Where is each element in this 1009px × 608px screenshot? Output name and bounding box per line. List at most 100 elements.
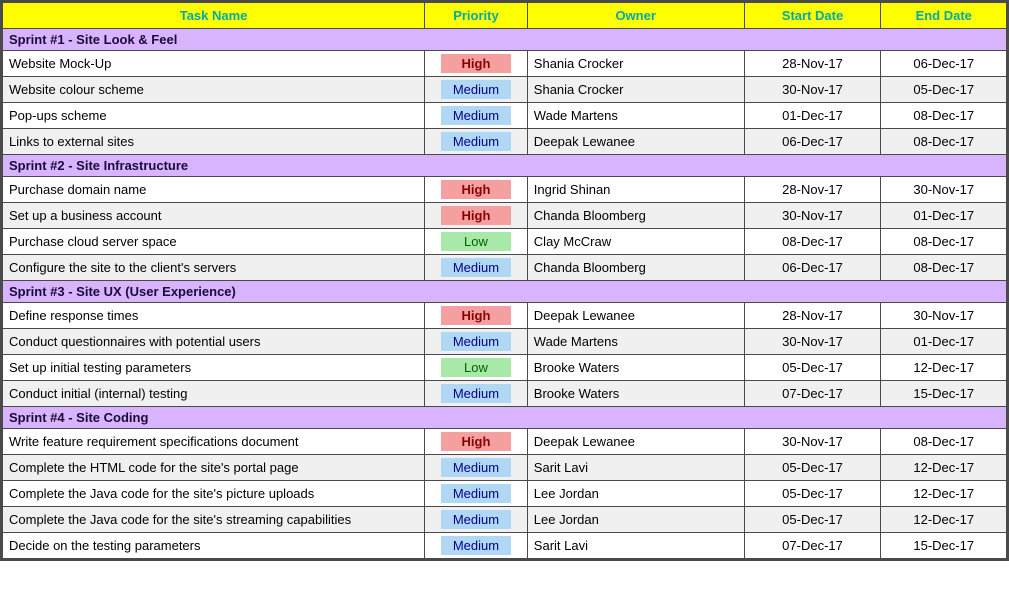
sprint-header-label: Sprint #1 - Site Look & Feel [3,29,1007,51]
start-date-cell: 30-Nov-17 [744,429,881,455]
sprint-header-label: Sprint #4 - Site Coding [3,407,1007,429]
priority-cell: Low [425,229,528,255]
table-row: Links to external sites Medium Deepak Le… [3,129,1007,155]
priority-badge: High [441,432,511,451]
owner-cell: Chanda Bloomberg [527,203,744,229]
task-name-cell: Write feature requirement specifications… [3,429,425,455]
start-date-cell: 07-Dec-17 [744,381,881,407]
start-date-cell: 06-Dec-17 [744,255,881,281]
priority-badge: Medium [441,132,511,151]
start-date-cell: 05-Dec-17 [744,507,881,533]
task-name-cell: Complete the Java code for the site's st… [3,507,425,533]
table-row: Complete the HTML code for the site's po… [3,455,1007,481]
end-date-cell: 30-Nov-17 [881,303,1007,329]
priority-badge: High [441,206,511,225]
task-name-cell: Configure the site to the client's serve… [3,255,425,281]
end-date-cell: 12-Dec-17 [881,481,1007,507]
table-row: Pop-ups scheme Medium Wade Martens 01-De… [3,103,1007,129]
sprint-header-row: Sprint #3 - Site UX (User Experience) [3,281,1007,303]
task-name-cell: Set up a business account [3,203,425,229]
table-row: Write feature requirement specifications… [3,429,1007,455]
task-name-cell: Purchase cloud server space [3,229,425,255]
table-row: Complete the Java code for the site's st… [3,507,1007,533]
owner-cell: Deepak Lewanee [527,429,744,455]
task-name-cell: Purchase domain name [3,177,425,203]
priority-cell: Medium [425,77,528,103]
start-date-cell: 30-Nov-17 [744,329,881,355]
start-date-cell: 28-Nov-17 [744,177,881,203]
task-name-cell: Complete the HTML code for the site's po… [3,455,425,481]
priority-badge: Medium [441,484,511,503]
start-date-cell: 30-Nov-17 [744,203,881,229]
table-row: Define response times High Deepak Lewane… [3,303,1007,329]
priority-badge: Low [441,232,511,251]
owner-cell: Brooke Waters [527,355,744,381]
end-date-cell: 08-Dec-17 [881,103,1007,129]
priority-cell: Medium [425,329,528,355]
start-date-cell: 30-Nov-17 [744,77,881,103]
table-row: Set up initial testing parameters Low Br… [3,355,1007,381]
end-date-cell: 05-Dec-17 [881,77,1007,103]
owner-cell: Deepak Lewanee [527,129,744,155]
end-date-cell: 08-Dec-17 [881,255,1007,281]
end-date-cell: 08-Dec-17 [881,429,1007,455]
priority-badge: Medium [441,510,511,529]
priority-badge: High [441,180,511,199]
owner-cell: Shania Crocker [527,77,744,103]
priority-cell: Medium [425,129,528,155]
sprint-header-label: Sprint #3 - Site UX (User Experience) [3,281,1007,303]
start-date-cell: 28-Nov-17 [744,303,881,329]
end-date-cell: 06-Dec-17 [881,51,1007,77]
table-row: Decide on the testing parameters Medium … [3,533,1007,559]
owner-cell: Deepak Lewanee [527,303,744,329]
task-name-cell: Pop-ups scheme [3,103,425,129]
owner-cell: Sarit Lavi [527,533,744,559]
table-body: Sprint #1 - Site Look & Feel Website Moc… [3,29,1007,559]
priority-badge: Low [441,358,511,377]
sprint-header-label: Sprint #2 - Site Infrastructure [3,155,1007,177]
priority-badge: Medium [441,80,511,99]
task-name-cell: Website colour scheme [3,77,425,103]
priority-cell: Medium [425,255,528,281]
owner-cell: Chanda Bloomberg [527,255,744,281]
table-row: Website Mock-Up High Shania Crocker 28-N… [3,51,1007,77]
table-row: Complete the Java code for the site's pi… [3,481,1007,507]
sprint-header-row: Sprint #2 - Site Infrastructure [3,155,1007,177]
priority-cell: High [425,177,528,203]
sprint-header-row: Sprint #1 - Site Look & Feel [3,29,1007,51]
end-date-cell: 15-Dec-17 [881,381,1007,407]
start-date-cell: 08-Dec-17 [744,229,881,255]
priority-cell: Medium [425,481,528,507]
header-end-date: End Date [881,3,1007,29]
start-date-cell: 05-Dec-17 [744,455,881,481]
header-task-name: Task Name [3,3,425,29]
priority-badge: Medium [441,536,511,555]
priority-badge: Medium [441,106,511,125]
owner-cell: Clay McCraw [527,229,744,255]
start-date-cell: 28-Nov-17 [744,51,881,77]
priority-cell: Medium [425,533,528,559]
table-row: Conduct questionnaires with potential us… [3,329,1007,355]
priority-cell: Medium [425,381,528,407]
end-date-cell: 01-Dec-17 [881,329,1007,355]
table-row: Website colour scheme Medium Shania Croc… [3,77,1007,103]
header-priority: Priority [425,3,528,29]
priority-badge: Medium [441,332,511,351]
end-date-cell: 15-Dec-17 [881,533,1007,559]
owner-cell: Shania Crocker [527,51,744,77]
owner-cell: Ingrid Shinan [527,177,744,203]
priority-badge: Medium [441,384,511,403]
priority-cell: Medium [425,103,528,129]
end-date-cell: 30-Nov-17 [881,177,1007,203]
end-date-cell: 01-Dec-17 [881,203,1007,229]
table-row: Configure the site to the client's serve… [3,255,1007,281]
owner-cell: Brooke Waters [527,381,744,407]
priority-cell: High [425,429,528,455]
end-date-cell: 12-Dec-17 [881,507,1007,533]
start-date-cell: 07-Dec-17 [744,533,881,559]
table-row: Purchase cloud server space Low Clay McC… [3,229,1007,255]
owner-cell: Wade Martens [527,329,744,355]
table-row: Set up a business account High Chanda Bl… [3,203,1007,229]
task-name-cell: Conduct questionnaires with potential us… [3,329,425,355]
task-name-cell: Decide on the testing parameters [3,533,425,559]
